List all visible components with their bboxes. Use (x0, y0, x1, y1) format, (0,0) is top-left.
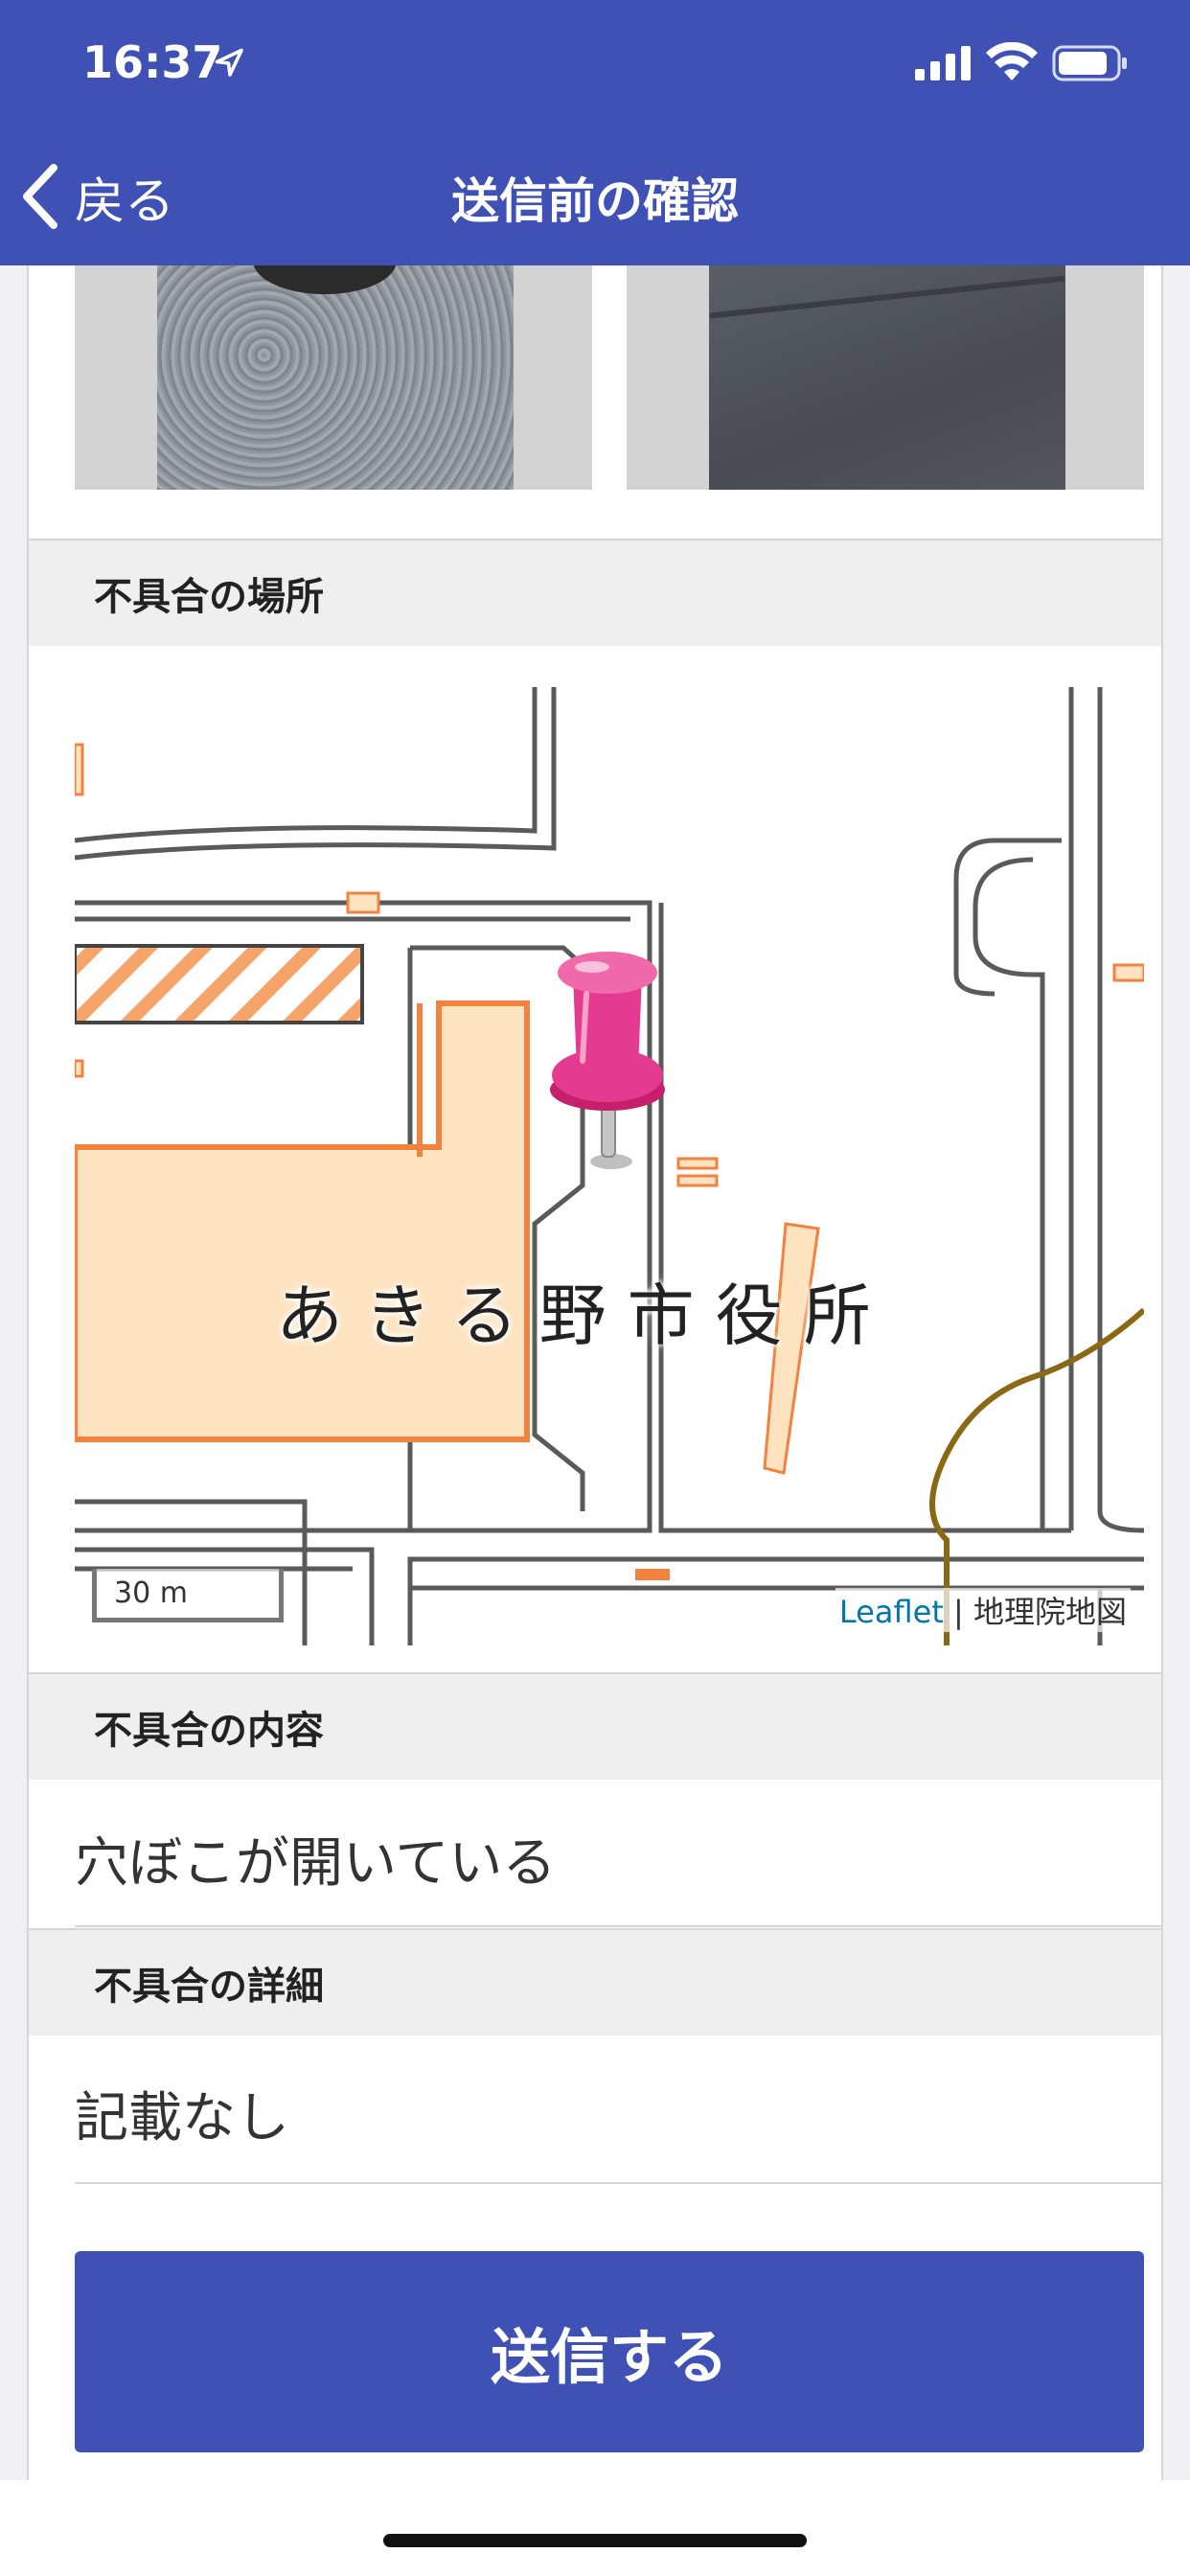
attribution-separator: | (943, 1594, 973, 1630)
map-scale-bar: 30 m (92, 1569, 284, 1622)
attribution-source: 地理院地図 (973, 1594, 1127, 1630)
home-indicator-area (0, 2480, 1190, 2576)
content-value: 穴ぼこが開いている (75, 1832, 557, 1895)
detail-value: 記載なし (75, 2087, 289, 2150)
divider (75, 2182, 1161, 2184)
photo-image (157, 265, 514, 490)
confirmation-content[interactable]: 不具合の場所 あきる野市役所 30 m Leaflet | 地理院地図 不具合の… (27, 265, 1163, 2480)
battery-icon (1052, 45, 1127, 81)
content-section-header: 不具合の内容 (29, 1672, 1161, 1780)
home-indicator[interactable] (383, 2534, 807, 2547)
submit-button[interactable]: 送信する (75, 2251, 1144, 2452)
location-arrow-icon (215, 48, 243, 77)
navigation-bar: 16:37 戻る 送信前の確認 (0, 0, 1190, 265)
leaflet-link[interactable]: Leaflet (839, 1594, 944, 1630)
detail-section-header: 不具合の詳細 (29, 1928, 1161, 2036)
photo-image (709, 265, 1065, 490)
map-place-label: あきる野市役所 (276, 1276, 892, 1355)
status-time: 16:37 (82, 36, 223, 88)
divider (75, 1925, 1161, 1927)
location-map[interactable]: あきる野市役所 30 m Leaflet | 地理院地図 (75, 687, 1144, 1645)
cellular-signal-icon (915, 46, 971, 80)
map-tiles (75, 687, 1144, 1645)
photo-thumbnail[interactable] (627, 265, 1144, 490)
map-attribution: Leaflet | 地理院地図 (835, 1588, 1131, 1632)
page-title: 送信前の確認 (451, 173, 739, 229)
location-section-header: 不具合の場所 (29, 539, 1161, 646)
photo-thumbnail[interactable] (75, 265, 592, 490)
wifi-icon (986, 42, 1038, 80)
